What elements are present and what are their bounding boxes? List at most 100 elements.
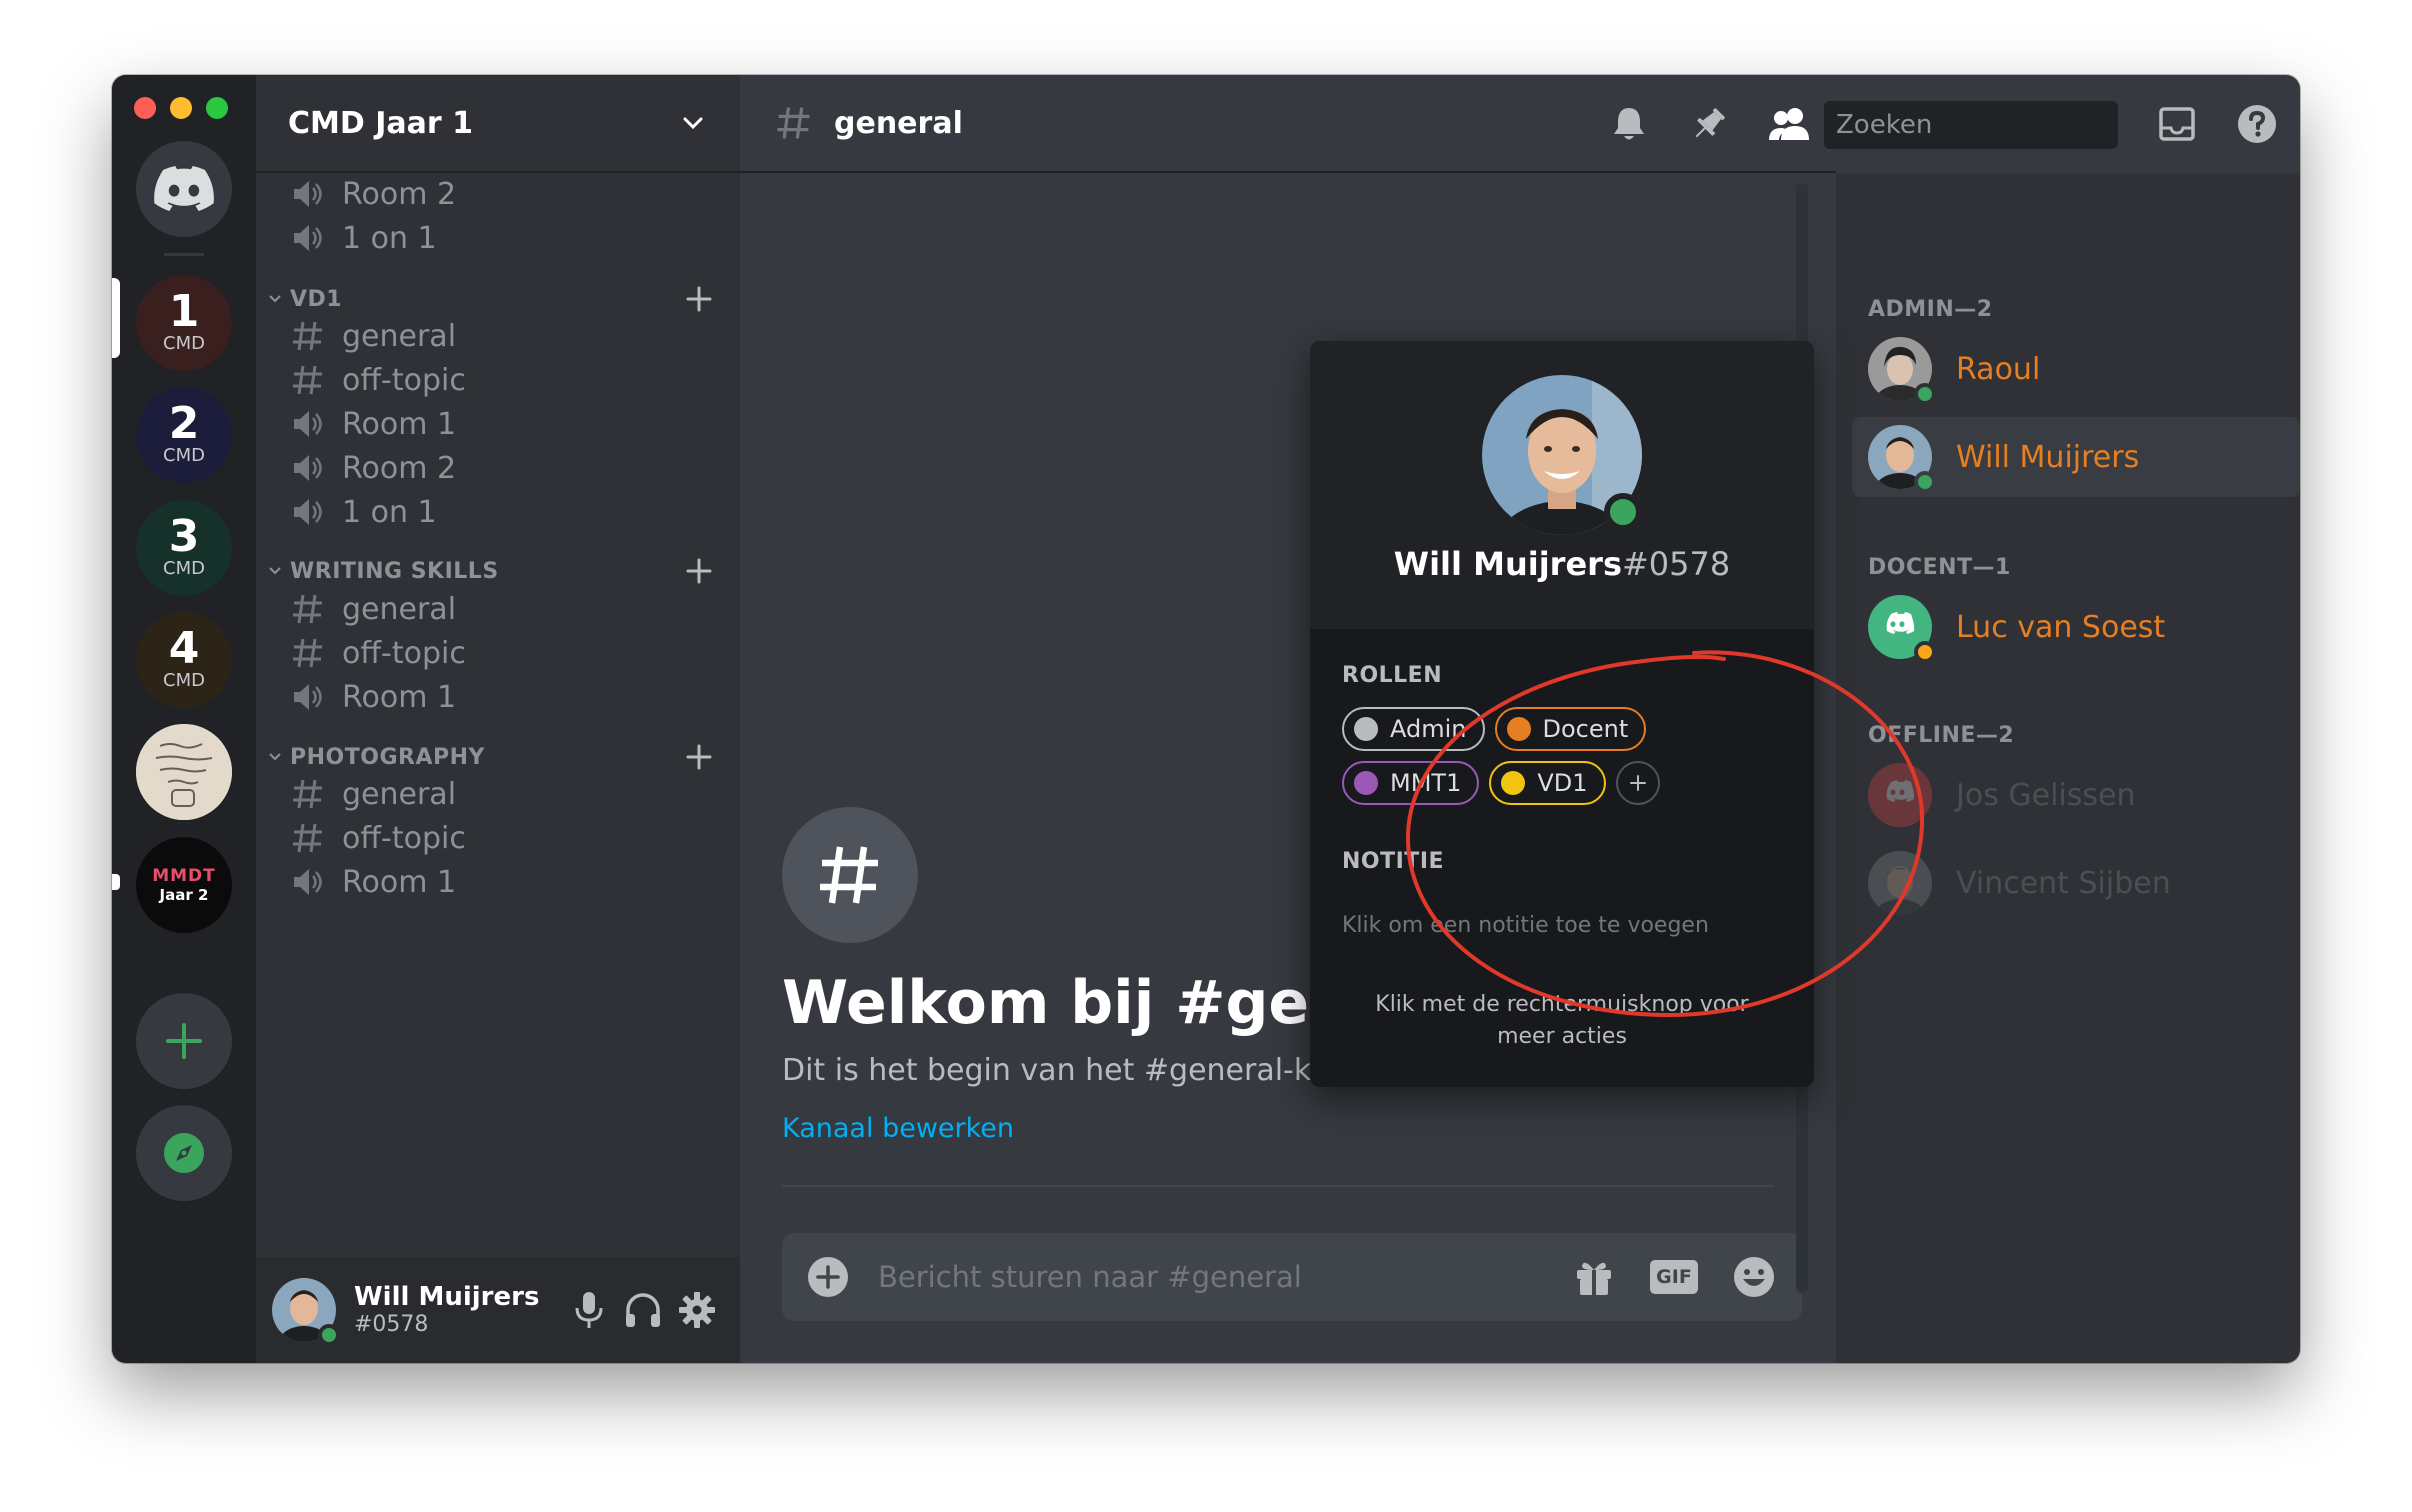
add-attachment-icon[interactable] (806, 1255, 850, 1299)
rail-separator (164, 253, 204, 256)
help-button[interactable] (2234, 101, 2280, 147)
unread-indicator (112, 874, 120, 890)
avatar (1868, 425, 1936, 493)
discriminator: #0578 (1621, 545, 1731, 583)
voice-channel-1-on-1[interactable]: 1 on 1 (272, 483, 724, 541)
avatar (1868, 337, 1936, 405)
roles-list: Admin Docent MMT1 VD1 (1342, 707, 1792, 805)
member-group-title: ADMIN—2 (1868, 297, 1993, 322)
voice-channel-room-1[interactable]: Room 1 (272, 853, 724, 911)
member-will-muijrers[interactable]: Will Muijrers (1852, 417, 2300, 497)
member-luc-van-soest[interactable]: Luc van Soest (1852, 587, 2300, 667)
member-name: Luc van Soest (1956, 609, 2166, 645)
user-names: Will Muijrers #0578 (354, 1282, 562, 1338)
popout-avatar[interactable] (1482, 375, 1642, 535)
role-color-dot (1506, 717, 1531, 741)
role-name: Admin (1390, 715, 1467, 743)
channel-name: off-topic (342, 820, 466, 856)
close-window-button[interactable] (134, 97, 156, 119)
hashtag-icon (293, 638, 322, 668)
user-panel: Will Muijrers #0578 (256, 1257, 740, 1363)
note-input[interactable] (1342, 907, 1782, 943)
voice-channel-1-on-1[interactable]: 1 on 1 (272, 209, 724, 267)
maximize-window-button[interactable] (206, 97, 228, 119)
role-color-dot (1354, 771, 1378, 795)
welcome-title: Welkom bij #general (782, 968, 1342, 1038)
discord-window: 1 CMD 2 CMD 3 CMD 4 CMD MMDT Jaar 2 CMD … (112, 75, 2300, 1363)
channel-sidebar: CMD Jaar 1 Room 2 1 on 1 VD1 general off… (256, 75, 740, 1363)
channel-name: general (342, 776, 457, 812)
discord-default-avatar-icon (1868, 763, 1932, 827)
edit-channel-link[interactable]: Kanaal bewerken (782, 1113, 1014, 1144)
deafen-button[interactable] (616, 1283, 670, 1337)
search-input[interactable] (1836, 110, 2160, 140)
message-input[interactable] (878, 1260, 1538, 1294)
gift-button[interactable] (1570, 1253, 1618, 1301)
message-composer: GIF (782, 1233, 1802, 1321)
role-mmt1[interactable]: MMT1 (1342, 761, 1480, 805)
gif-button[interactable]: GIF (1650, 1253, 1698, 1301)
gif-icon: GIF (1650, 1260, 1698, 1294)
speaker-icon (294, 869, 322, 895)
channel-name: general (342, 318, 457, 354)
caret-down-icon (269, 295, 281, 303)
guild-header[interactable]: CMD Jaar 1 (256, 75, 740, 173)
member-list-toggle[interactable] (1766, 101, 1812, 147)
server-cmd-2[interactable]: 2 CMD (136, 387, 232, 483)
hashtag-icon (293, 365, 322, 395)
role-name: Docent (1542, 715, 1629, 743)
notifications-button[interactable] (1606, 101, 1652, 147)
minimize-window-button[interactable] (170, 97, 192, 119)
plus-icon (166, 1023, 202, 1059)
server-handwritten-note[interactable] (136, 724, 232, 820)
member-vincent-sijben[interactable]: Vincent Sijben (1852, 843, 2300, 923)
server-cmd-1[interactable]: 1 CMD (136, 275, 232, 371)
inbox-icon (2159, 107, 2195, 141)
explore-servers-button[interactable] (136, 1105, 232, 1201)
role-color-dot (1354, 717, 1378, 741)
channel-name: Room 2 (342, 176, 457, 212)
member-jos-gelissen[interactable]: Jos Gelissen (1852, 755, 2300, 835)
home-button[interactable] (136, 141, 232, 237)
add-server-button[interactable] (136, 993, 232, 1089)
user-settings-button[interactable] (670, 1283, 724, 1337)
role-admin[interactable]: Admin (1342, 707, 1485, 751)
member-raoul[interactable]: Raoul (1852, 329, 2300, 409)
search-box[interactable] (1824, 101, 2160, 149)
server-mmdt-jaar-2[interactable]: MMDT Jaar 2 (136, 837, 232, 933)
headphones-icon (626, 1293, 660, 1327)
pinned-messages-button[interactable] (1686, 101, 1732, 147)
smiley-icon (1734, 1257, 1774, 1297)
speaker-icon (294, 181, 322, 207)
caret-down-icon (269, 567, 281, 575)
emoji-button[interactable] (1730, 1253, 1778, 1301)
note-title: NOTITIE (1342, 849, 1445, 874)
add-role-button[interactable] (1615, 761, 1660, 805)
username: Will Muijrers (1393, 545, 1622, 583)
user-popout: Will Muijrers#0578 ROLLEN Admin Docent M… (1310, 341, 1814, 1087)
handwritten-note-image (136, 724, 232, 820)
hashtag-icon (293, 779, 322, 809)
voice-channel-room-1[interactable]: Room 1 (272, 668, 724, 726)
role-docent[interactable]: Docent (1494, 707, 1647, 751)
server-label: CMD (163, 558, 205, 579)
channel-name: Room 1 (342, 679, 457, 715)
mute-button[interactable] (562, 1283, 616, 1337)
server-logo-text: MMDT (152, 866, 216, 886)
role-vd1[interactable]: VD1 (1489, 761, 1606, 805)
channel-title: general (834, 105, 963, 141)
server-cmd-3[interactable]: 3 CMD (136, 500, 232, 596)
user-avatar[interactable] (272, 1278, 340, 1346)
member-name: Jos Gelissen (1956, 777, 2136, 813)
welcome-hashtag-badge (782, 807, 918, 943)
hashtag-icon (777, 107, 810, 139)
online-status-indicator (1914, 383, 1936, 405)
caret-down-icon (269, 753, 281, 761)
speaker-icon (294, 499, 322, 525)
server-cmd-4[interactable]: 4 CMD (136, 612, 232, 708)
inbox-button[interactable] (2154, 101, 2200, 147)
chat-header: general (740, 75, 1836, 173)
speaker-icon (294, 411, 322, 437)
username: Will Muijrers (354, 1282, 540, 1312)
role-color-dot (1501, 771, 1526, 795)
